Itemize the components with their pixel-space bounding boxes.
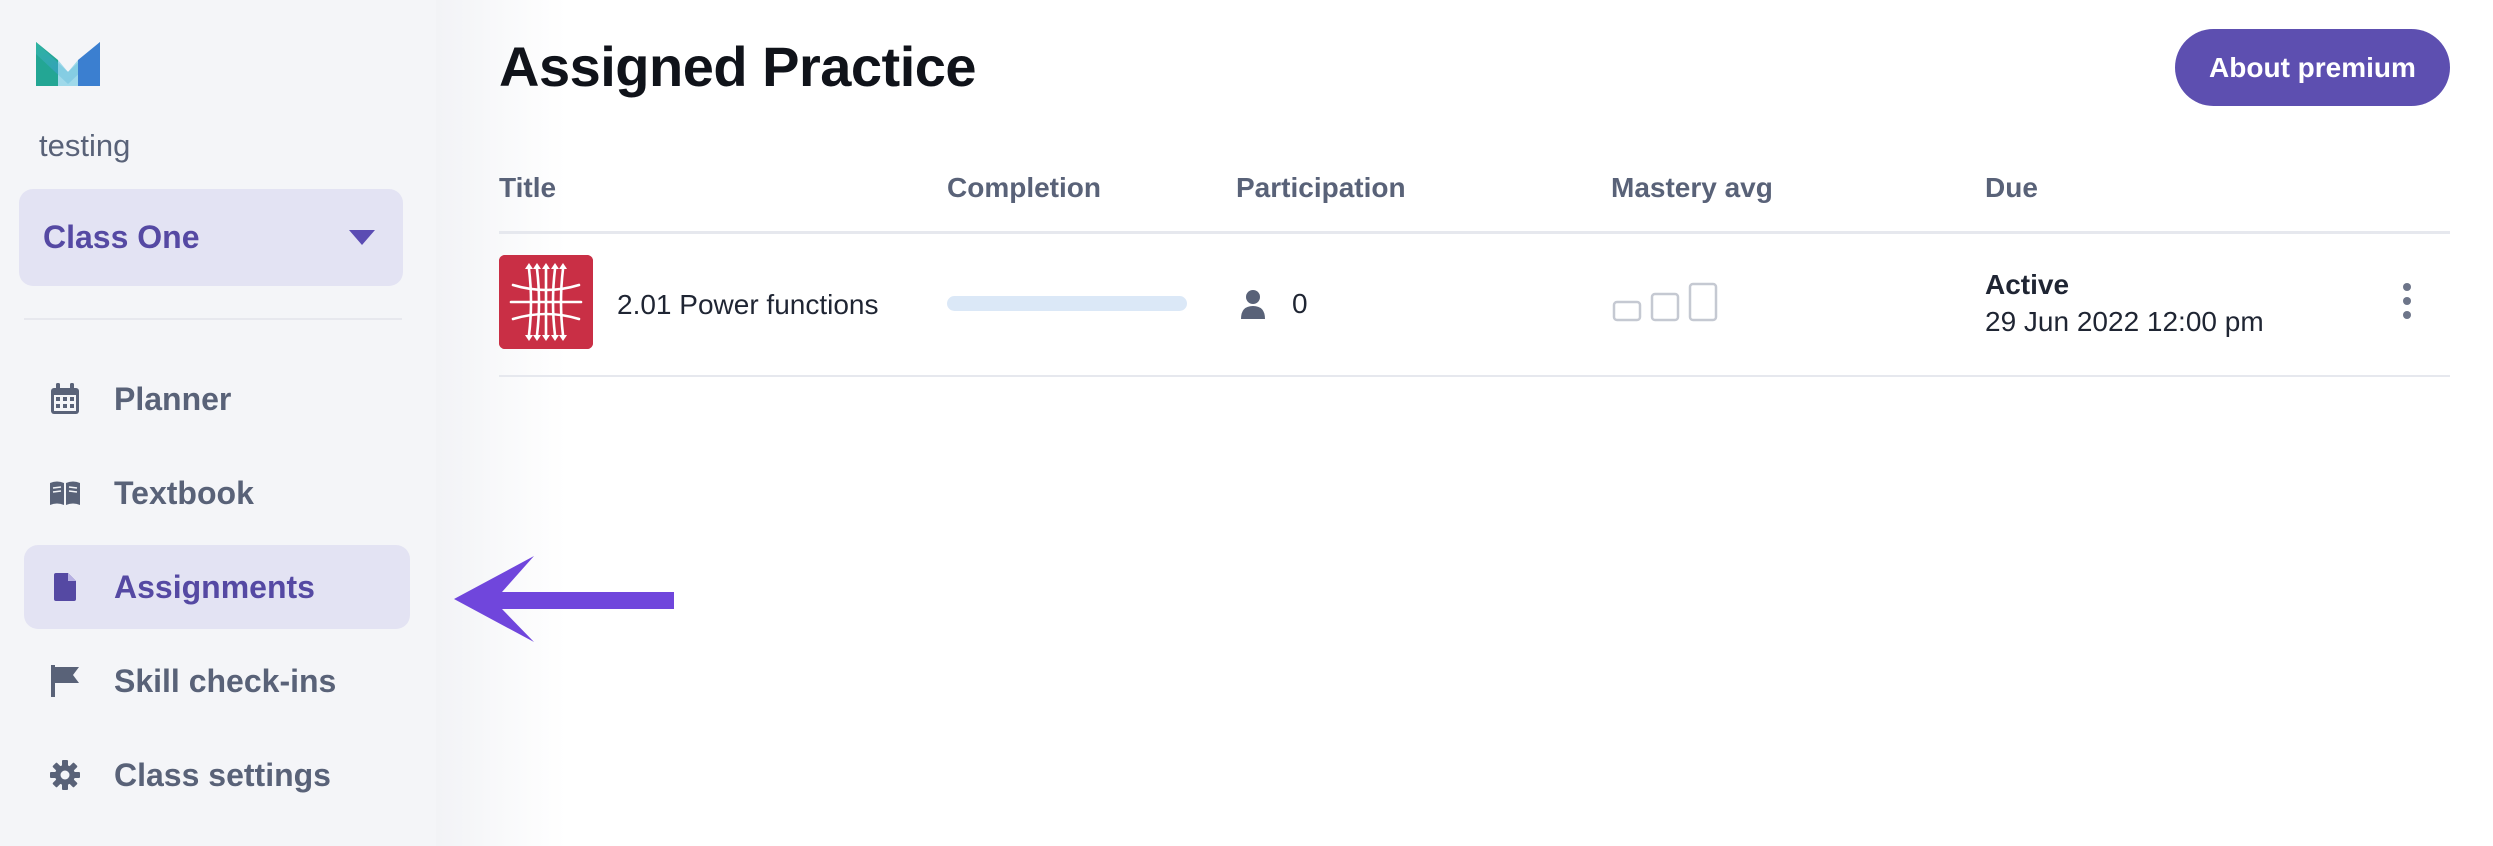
- assignment-title[interactable]: 2.01 Power functions: [617, 289, 879, 321]
- about-premium-button[interactable]: About premium: [2175, 29, 2450, 106]
- sidebar-item-label: Assignments: [114, 568, 315, 605]
- document-icon: [48, 570, 82, 604]
- sidebar-item-label: Class settings: [114, 756, 331, 793]
- assignments-table: Title Completion Participation Mastery a…: [499, 160, 2450, 377]
- menu-dot: [2403, 297, 2411, 305]
- completion-progress-bar: [947, 296, 1187, 311]
- gear-icon: [48, 758, 82, 792]
- chevron-down-icon: [349, 230, 375, 245]
- sidebar-item-skill-check-ins[interactable]: Skill check-ins: [24, 639, 410, 723]
- sidebar-item-textbook[interactable]: Textbook: [24, 451, 410, 535]
- sidebar-item-assignments[interactable]: Assignments: [24, 545, 410, 629]
- participation-count: 0: [1292, 288, 1308, 319]
- participation-cell: 0: [1240, 288, 1308, 320]
- calendar-icon: [48, 382, 82, 416]
- org-name: testing: [39, 128, 131, 163]
- mastery-bars-icon: [1612, 282, 1718, 322]
- sidebar-item-label: Textbook: [114, 474, 254, 511]
- table-header: Title Completion Participation Mastery a…: [499, 160, 2450, 234]
- column-header-completion[interactable]: Completion: [947, 172, 1101, 204]
- more-options-icon[interactable]: [2389, 276, 2425, 326]
- sidebar-item-class-settings[interactable]: Class settings: [24, 733, 410, 817]
- book-icon: [48, 476, 82, 510]
- column-header-title[interactable]: Title: [499, 172, 556, 204]
- pointer-arrow-icon: [454, 556, 674, 642]
- due-status: Active: [1985, 269, 2070, 300]
- sidebar-item-planner[interactable]: Planner: [24, 357, 410, 441]
- due-date: 29 Jun 2022 12:00 pm: [1985, 306, 2264, 337]
- monogram-m-logo-icon[interactable]: [36, 38, 100, 86]
- sidebar-nav: Planner Textbook Assignments Skill check…: [24, 357, 410, 827]
- menu-dot: [2403, 283, 2411, 291]
- column-header-mastery-avg[interactable]: Mastery avg: [1611, 172, 1773, 204]
- power-functions-thumbnail: [499, 255, 593, 349]
- sidebar-item-label: Planner: [114, 380, 232, 417]
- sidebar: testing Class One Planner Textbook Assig…: [0, 0, 436, 846]
- column-header-due[interactable]: Due: [1985, 172, 2038, 204]
- sidebar-item-label: Skill check-ins: [114, 662, 337, 699]
- person-icon: [1241, 290, 1265, 319]
- class-select-dropdown[interactable]: Class One: [19, 189, 403, 286]
- column-header-participation[interactable]: Participation: [1236, 172, 1406, 204]
- table-row[interactable]: 2.01 Power functions 0 Active 29 Jun 202…: [499, 234, 2450, 377]
- sidebar-divider: [24, 318, 402, 320]
- app: testing Class One Planner Textbook Assig…: [0, 0, 2493, 846]
- class-select-value: Class One: [43, 219, 200, 255]
- page-title: Assigned Practice: [499, 35, 977, 98]
- main-edge-shadow: [436, 0, 566, 846]
- menu-dot: [2403, 311, 2411, 319]
- flag-icon: [48, 664, 82, 698]
